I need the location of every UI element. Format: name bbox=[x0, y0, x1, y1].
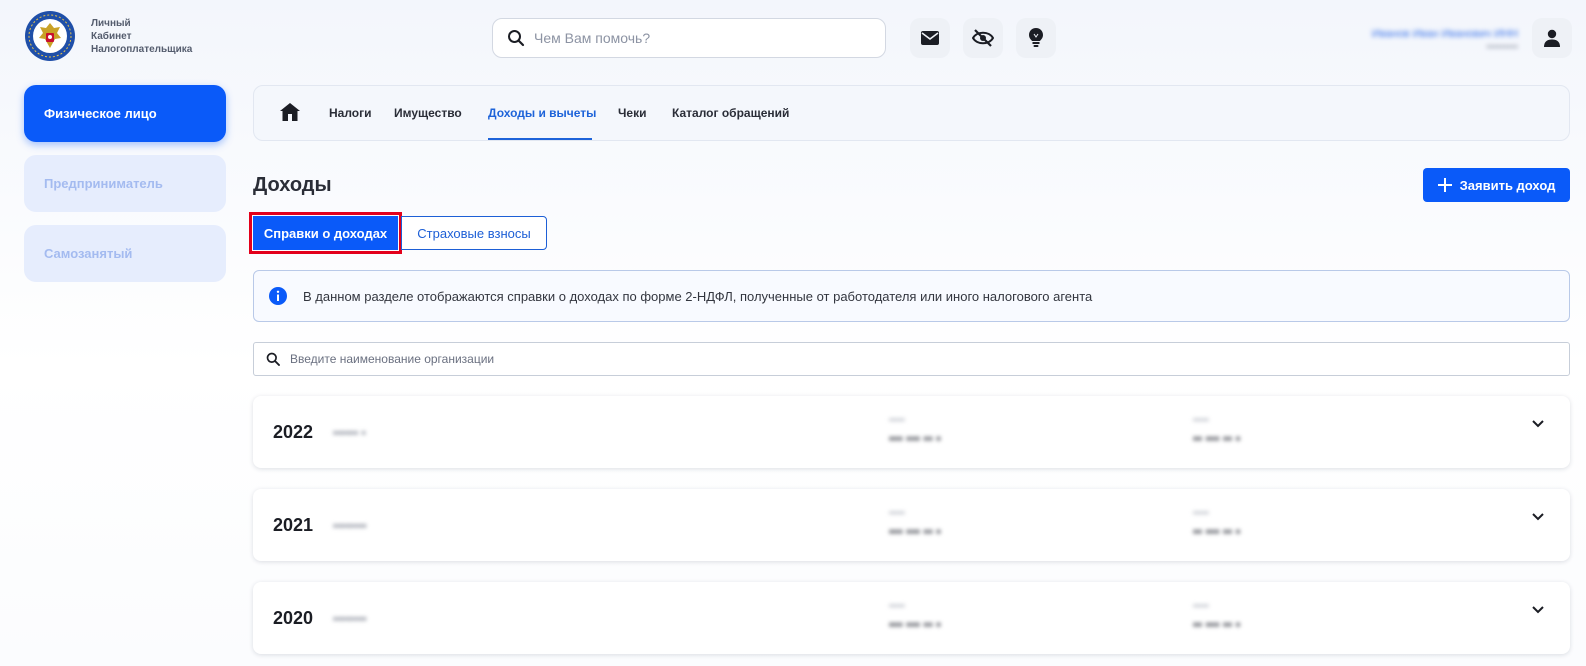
logo-text: Личный Кабинет Налогоплательщика bbox=[91, 17, 192, 56]
year-card-2021[interactable]: 2021 •••••••• ••••• ••• ••• •• • ••••• •… bbox=[253, 489, 1570, 561]
user-info[interactable]: Иванов Иван Иванович ИНН ••••••••• bbox=[1304, 26, 1518, 56]
logo[interactable]: Личный Кабинет Налогоплательщика bbox=[24, 10, 192, 62]
year-card-2020[interactable]: 2020 •••••••• ••••• ••• ••• •• • ••••• •… bbox=[253, 582, 1570, 654]
amount-value: ••• ••• •• • bbox=[889, 431, 941, 446]
segment-label: Справки о доходах bbox=[263, 225, 388, 241]
messages-button[interactable] bbox=[910, 18, 950, 58]
segment-label: Страховые взносы bbox=[417, 225, 531, 241]
tab-receipts[interactable]: Чеки bbox=[618, 106, 647, 120]
organization-search[interactable] bbox=[253, 342, 1570, 376]
eye-off-icon bbox=[972, 29, 994, 47]
sidebar-item-self-employed[interactable]: Самозанятый bbox=[24, 225, 226, 282]
sidebar-item-label: Физическое лицо bbox=[44, 106, 157, 121]
tab-taxes[interactable]: Налоги bbox=[329, 106, 372, 120]
info-icon bbox=[269, 287, 287, 305]
declare-income-button[interactable]: Заявить доход bbox=[1423, 168, 1570, 202]
help-search-input[interactable] bbox=[534, 30, 854, 46]
tax-value: •• ••• •• • bbox=[1193, 431, 1241, 446]
tips-button[interactable] bbox=[1016, 18, 1056, 58]
logo-line: Кабинет bbox=[91, 30, 132, 42]
user-name[interactable]: Иванов Иван Иванович ИНН bbox=[1372, 28, 1518, 40]
tab-income-deductions[interactable]: Доходы и вычеты bbox=[488, 106, 596, 120]
sidebar-item-individual[interactable]: Физическое лицо bbox=[24, 85, 226, 142]
help-search[interactable] bbox=[492, 18, 886, 58]
section-nav: Налоги Имущество Доходы и вычеты Чеки Ка… bbox=[253, 85, 1570, 141]
year-card-2022[interactable]: 2022 •••••• • ••••• ••• ••• •• • ••••• •… bbox=[253, 396, 1570, 468]
tax-caption: ••••• bbox=[1193, 415, 1209, 425]
amount-caption: ••••• bbox=[889, 508, 905, 518]
page-title: Доходы bbox=[253, 174, 332, 196]
chevron-down-icon[interactable] bbox=[1532, 606, 1544, 614]
fns-emblem-icon bbox=[25, 11, 75, 61]
tab-property[interactable]: Имущество bbox=[394, 106, 462, 120]
amount-value: ••• ••• •• • bbox=[889, 524, 941, 539]
plus-icon bbox=[1437, 178, 1452, 192]
declare-income-label: Заявить доход bbox=[1459, 177, 1556, 193]
home-icon[interactable] bbox=[280, 103, 300, 121]
info-text: В данном разделе отображаются справки о … bbox=[303, 288, 1093, 304]
search-icon bbox=[266, 352, 280, 366]
chevron-down-icon[interactable] bbox=[1532, 420, 1544, 428]
tax-value: •• ••• •• • bbox=[1193, 524, 1241, 539]
tab-requests-catalog[interactable]: Каталог обращений bbox=[672, 106, 789, 120]
visibility-toggle-button[interactable] bbox=[963, 18, 1003, 58]
year-label: 2020 bbox=[273, 608, 314, 628]
year-label: 2022 bbox=[273, 422, 314, 442]
user-icon bbox=[1544, 29, 1560, 47]
chevron-down-icon[interactable] bbox=[1532, 513, 1544, 521]
active-tab-indicator bbox=[488, 138, 592, 140]
sidebar-item-entrepreneur[interactable]: Предприниматель bbox=[24, 155, 226, 212]
organization-name: •••••••• bbox=[333, 612, 367, 626]
amount-caption: ••••• bbox=[889, 415, 905, 425]
mail-icon bbox=[921, 31, 939, 45]
logo-line: Налогоплательщика bbox=[91, 43, 193, 55]
sidebar-item-label: Самозанятый bbox=[44, 246, 133, 261]
info-banner: В данном разделе отображаются справки о … bbox=[253, 270, 1570, 322]
lightbulb-icon bbox=[1029, 28, 1043, 47]
tax-value: •• ••• •• • bbox=[1193, 617, 1241, 632]
profile-button[interactable] bbox=[1532, 18, 1572, 58]
organization-name: •••••• • bbox=[333, 426, 366, 440]
search-icon bbox=[508, 30, 525, 47]
organization-search-input[interactable] bbox=[290, 352, 890, 366]
logo-line: Личный bbox=[91, 17, 131, 29]
tax-caption: ••••• bbox=[1193, 601, 1209, 611]
sidebar-item-label: Предприниматель bbox=[44, 176, 163, 191]
amount-value: ••• ••• •• • bbox=[889, 617, 941, 632]
segment-insurance-contributions[interactable]: Страховые взносы bbox=[401, 216, 547, 250]
year-label: 2021 bbox=[273, 515, 314, 535]
amount-caption: ••••• bbox=[889, 601, 905, 611]
organization-name: •••••••• bbox=[333, 519, 367, 533]
user-meta: ••••••••• bbox=[1486, 42, 1518, 53]
segment-income-certificates[interactable]: Справки о доходах bbox=[253, 216, 398, 250]
tax-caption: ••••• bbox=[1193, 508, 1209, 518]
